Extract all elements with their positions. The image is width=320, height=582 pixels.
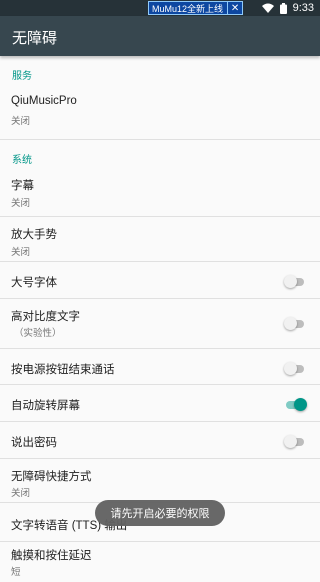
toggle-thumb [284,435,297,448]
item-subtitle: 关闭 [11,488,31,499]
item-subtitle: 关闭 [11,247,31,258]
item-title: 无障碍快捷方式 [11,471,92,483]
item-title: 字幕 [11,180,34,192]
large-text-toggle[interactable] [284,274,306,288]
item-title: 高对比度文字 [11,311,80,323]
item-title: 触摸和按住延迟 [11,550,92,562]
list-item-large-text[interactable]: 大号字体 [0,262,320,299]
toggle-thumb [294,398,307,411]
high-contrast-toggle[interactable] [284,316,306,330]
list-item-high-contrast[interactable]: 高对比度文字 （实验性） [0,299,320,349]
toast-message: 请先开启必要的权限 [95,500,225,526]
app-bar: 无障碍 [0,16,320,56]
item-title: 自动旋转屏幕 [11,400,80,412]
clock: 9:33 [292,2,314,14]
list-item-power-ends-call[interactable]: 按电源按钮结束通话 [0,349,320,385]
page-title: 无障碍 [12,30,58,47]
power-ends-call-toggle[interactable] [284,361,306,375]
auto-rotate-toggle[interactable] [284,397,307,411]
status-bar: MuMu12全新上线 ✕ 9:33 [0,0,320,16]
toggle-thumb [284,275,297,288]
notification-text: MuMu12全新上线 [152,3,224,14]
list-item-qiumusicpro[interactable]: QiuMusicPro 关闭 [0,88,320,140]
battery-icon [279,2,287,14]
list-item-auto-rotate[interactable]: 自动旋转屏幕 [0,385,320,422]
list-item-touch-hold-delay[interactable]: 触摸和按住延迟 短 [0,542,320,582]
toggle-thumb [284,362,297,375]
list-item-accessibility-shortcut[interactable]: 无障碍快捷方式 关闭 [0,459,320,503]
toast-text: 请先开启必要的权限 [110,508,210,520]
speak-passwords-toggle[interactable] [284,434,306,448]
item-title: 说出密码 [11,437,57,449]
item-subtitle: （实验性） [14,328,62,339]
status-icons: 9:33 [261,0,314,16]
item-subtitle: 关闭 [11,116,31,127]
list-item-magnification[interactable]: 放大手势 关闭 [0,217,320,262]
list-item-captions[interactable]: 字幕 关闭 [0,172,320,217]
item-subtitle: 关闭 [11,198,31,209]
list-item-speak-passwords[interactable]: 说出密码 [0,422,320,459]
section-header-services: 服务 [12,71,32,82]
item-subtitle: 短 [11,567,21,578]
item-title: 按电源按钮结束通话 [11,364,115,376]
section-header-system: 系统 [12,155,32,166]
item-title: QiuMusicPro [11,95,77,107]
item-title: 大号字体 [11,277,57,289]
notification-close-icon[interactable]: ✕ [227,2,242,14]
notification-banner[interactable]: MuMu12全新上线 ✕ [148,1,244,15]
item-title: 放大手势 [11,229,57,241]
wifi-icon [261,3,274,13]
toggle-thumb [284,317,297,330]
